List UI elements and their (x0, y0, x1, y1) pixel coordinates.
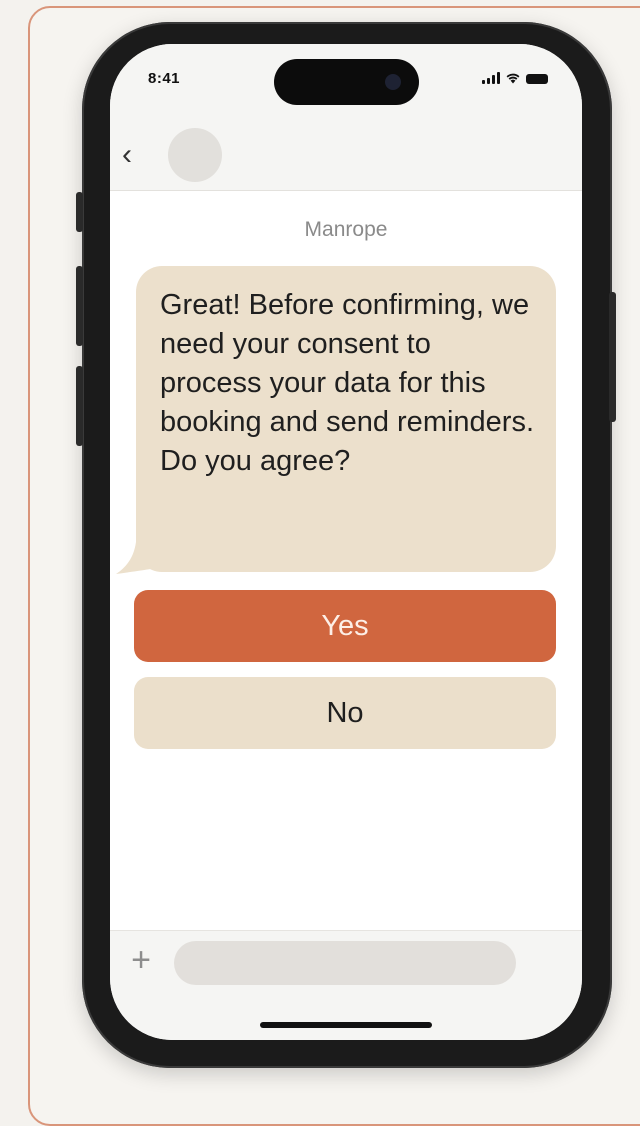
no-button[interactable]: No (134, 677, 556, 749)
battery-icon (526, 74, 548, 84)
camera-icon (385, 74, 401, 90)
status-icons (482, 72, 548, 84)
status-bar: 8:41 (110, 44, 582, 124)
volume-up-button (76, 266, 83, 346)
home-indicator[interactable] (260, 1022, 432, 1028)
contact-name: Manrope (304, 218, 388, 241)
dynamic-island (274, 59, 419, 105)
phone-screen: 8:41 ‹ Manrope Great! Before confirming,… (110, 44, 582, 1040)
volume-down-button (76, 366, 83, 446)
status-time: 8:41 (148, 70, 181, 87)
yes-button[interactable]: Yes (134, 590, 556, 662)
chevron-left-icon[interactable]: ‹ (122, 138, 148, 172)
power-button (609, 292, 616, 422)
bubble-tail (116, 542, 156, 574)
conversation-header: ‹ (110, 124, 582, 191)
cellular-signal-icon (482, 72, 500, 84)
avatar[interactable] (168, 128, 222, 182)
wifi-icon (506, 73, 520, 84)
message-bubble: Great! Before confirming, we need your c… (136, 266, 556, 572)
plus-icon[interactable]: + (126, 943, 156, 977)
message-input[interactable] (174, 941, 516, 985)
action-button (76, 192, 83, 232)
message-text: Great! Before confirming, we need your c… (160, 289, 535, 477)
